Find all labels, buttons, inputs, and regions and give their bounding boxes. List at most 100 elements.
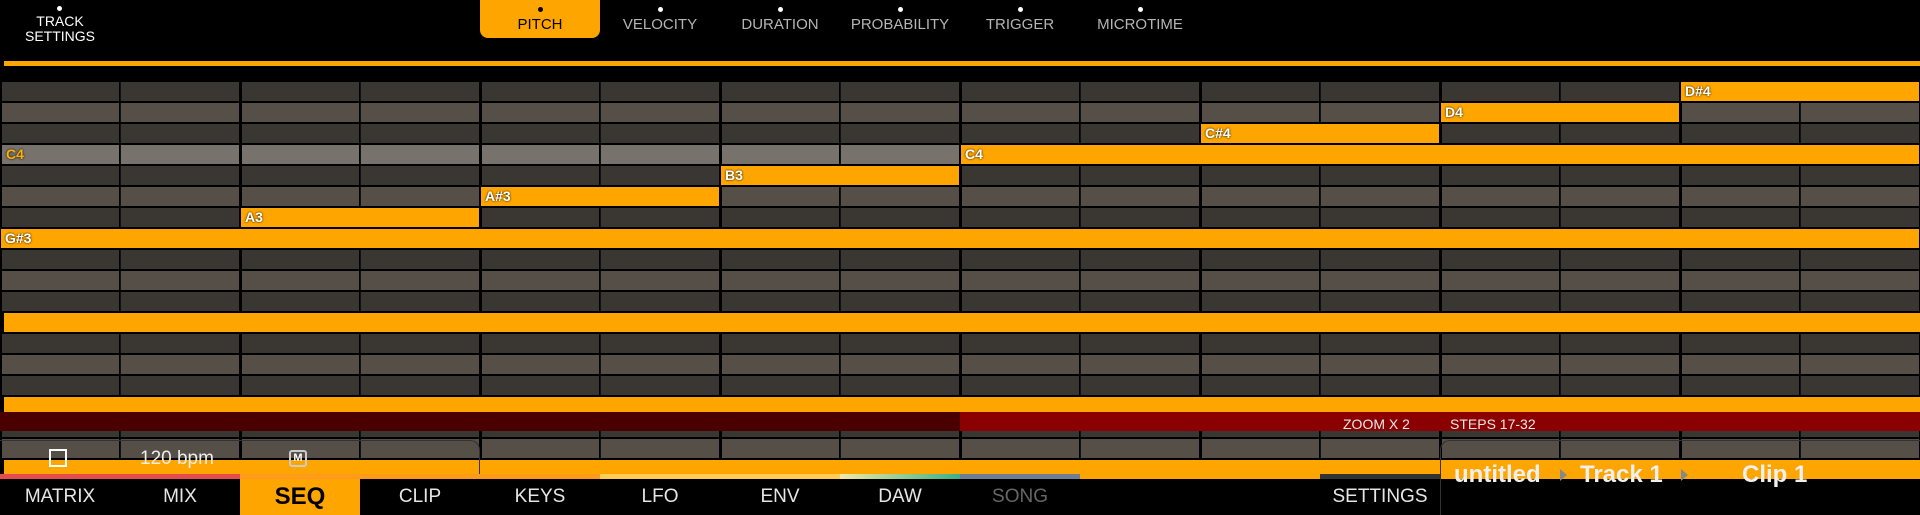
grid-cell[interactable]: [840, 103, 959, 122]
nav-seq[interactable]: SEQ: [240, 479, 360, 515]
grid-cell[interactable]: [1440, 271, 1559, 290]
breadcrumb-track[interactable]: Track 1: [1580, 461, 1663, 489]
grid-cell[interactable]: [0, 250, 119, 269]
grid-cell[interactable]: [0, 334, 119, 353]
grid-cell[interactable]: [480, 439, 599, 458]
grid-cell[interactable]: [360, 82, 479, 101]
grid-cell[interactable]: [1320, 82, 1439, 101]
grid-cell[interactable]: [360, 145, 479, 164]
grid-cell[interactable]: [480, 145, 599, 164]
grid-cell[interactable]: [0, 124, 119, 143]
grid-cell[interactable]: [1560, 334, 1679, 353]
grid-cell[interactable]: [1440, 208, 1559, 227]
grid-cell[interactable]: [480, 271, 599, 290]
grid-cell[interactable]: [840, 439, 959, 458]
grid-cell[interactable]: [1320, 355, 1439, 374]
grid-cell[interactable]: [1440, 355, 1559, 374]
grid-cell[interactable]: [120, 187, 239, 206]
grid-cell[interactable]: [600, 292, 719, 311]
track-settings-button[interactable]: TRACK SETTINGS: [0, 0, 120, 44]
grid-cell[interactable]: [240, 334, 359, 353]
grid-cell[interactable]: [720, 187, 839, 206]
nav-lfo[interactable]: LFO: [600, 479, 720, 515]
grid-cell[interactable]: [960, 271, 1079, 290]
grid-cell[interactable]: [600, 376, 719, 395]
note-block[interactable]: C4: [960, 144, 1920, 165]
grid-cell[interactable]: [720, 250, 839, 269]
grid-cell[interactable]: [1080, 355, 1199, 374]
grid-cell[interactable]: [720, 271, 839, 290]
grid-cell[interactable]: [960, 376, 1079, 395]
grid-cell[interactable]: [0, 208, 119, 227]
grid-cell[interactable]: [600, 145, 719, 164]
grid-cell[interactable]: [0, 103, 119, 122]
tab-velocity[interactable]: VELOCITY: [600, 0, 720, 38]
grid-cell[interactable]: [360, 124, 479, 143]
grid-cell[interactable]: [1320, 166, 1439, 185]
grid-cell[interactable]: [1080, 334, 1199, 353]
grid-cell[interactable]: [1200, 208, 1319, 227]
grid-cell[interactable]: [120, 103, 239, 122]
grid-cell[interactable]: [1080, 376, 1199, 395]
grid-cell[interactable]: [1440, 250, 1559, 269]
grid-cell[interactable]: [1680, 124, 1799, 143]
grid-cell[interactable]: [0, 271, 119, 290]
grid-cell[interactable]: [720, 82, 839, 101]
grid-cell[interactable]: [1320, 334, 1439, 353]
grid-cell[interactable]: [1680, 376, 1799, 395]
grid-cell[interactable]: [120, 271, 239, 290]
grid-cell[interactable]: [0, 355, 119, 374]
grid-cell[interactable]: [1560, 166, 1679, 185]
grid-cell[interactable]: [1680, 334, 1799, 353]
grid-cell[interactable]: [1200, 103, 1319, 122]
grid-cell[interactable]: [1800, 124, 1919, 143]
grid-cell[interactable]: [1440, 82, 1559, 101]
grid-cell[interactable]: [1440, 166, 1559, 185]
nav-daw[interactable]: DAW: [840, 479, 960, 515]
grid-cell[interactable]: [120, 250, 239, 269]
tab-microtime[interactable]: MICROTIME: [1080, 0, 1200, 38]
grid-cell[interactable]: [840, 124, 959, 143]
grid-cell[interactable]: [1080, 250, 1199, 269]
note-block[interactable]: A3: [240, 207, 480, 228]
grid-cell[interactable]: [1320, 187, 1439, 206]
zoom-label[interactable]: ZOOM X 2: [1343, 416, 1410, 432]
bpm-display[interactable]: 120 bpm: [140, 448, 214, 470]
grid-cell[interactable]: [0, 376, 119, 395]
grid-cell[interactable]: [1320, 103, 1439, 122]
note-block[interactable]: C#4: [1200, 123, 1440, 144]
tab-pitch[interactable]: PITCH: [480, 0, 600, 38]
grid-cell[interactable]: [240, 145, 359, 164]
grid-cell[interactable]: [360, 334, 479, 353]
grid-cell[interactable]: [1200, 166, 1319, 185]
grid-cell[interactable]: [1680, 355, 1799, 374]
grid-cell[interactable]: [120, 376, 239, 395]
tab-trigger[interactable]: TRIGGER: [960, 0, 1080, 38]
grid-cell[interactable]: [480, 208, 599, 227]
grid-cell[interactable]: [960, 187, 1079, 206]
page-range-active[interactable]: [960, 412, 1920, 431]
grid-cell[interactable]: [240, 271, 359, 290]
grid-cell[interactable]: [1800, 103, 1919, 122]
grid-cell[interactable]: [1680, 103, 1799, 122]
grid-cell[interactable]: [600, 82, 719, 101]
grid-cell[interactable]: [480, 376, 599, 395]
grid-cell[interactable]: [1320, 271, 1439, 290]
grid-cell[interactable]: [0, 292, 119, 311]
grid-cell[interactable]: [1440, 376, 1559, 395]
nav-clip[interactable]: CLIP: [360, 479, 480, 515]
grid-cell[interactable]: [1560, 271, 1679, 290]
grid-cell[interactable]: [840, 82, 959, 101]
grid-cell[interactable]: [1560, 187, 1679, 206]
grid-cell[interactable]: [1200, 271, 1319, 290]
grid-cell[interactable]: [960, 208, 1079, 227]
grid-cell[interactable]: [480, 124, 599, 143]
grid-cell[interactable]: [1200, 355, 1319, 374]
metronome-icon[interactable]: M: [289, 450, 307, 467]
grid-cell[interactable]: [960, 439, 1079, 458]
grid-cell[interactable]: [120, 124, 239, 143]
grid-cell[interactable]: [1320, 208, 1439, 227]
grid-cell[interactable]: [240, 166, 359, 185]
grid-cell[interactable]: [1080, 82, 1199, 101]
grid-cell[interactable]: [1680, 292, 1799, 311]
